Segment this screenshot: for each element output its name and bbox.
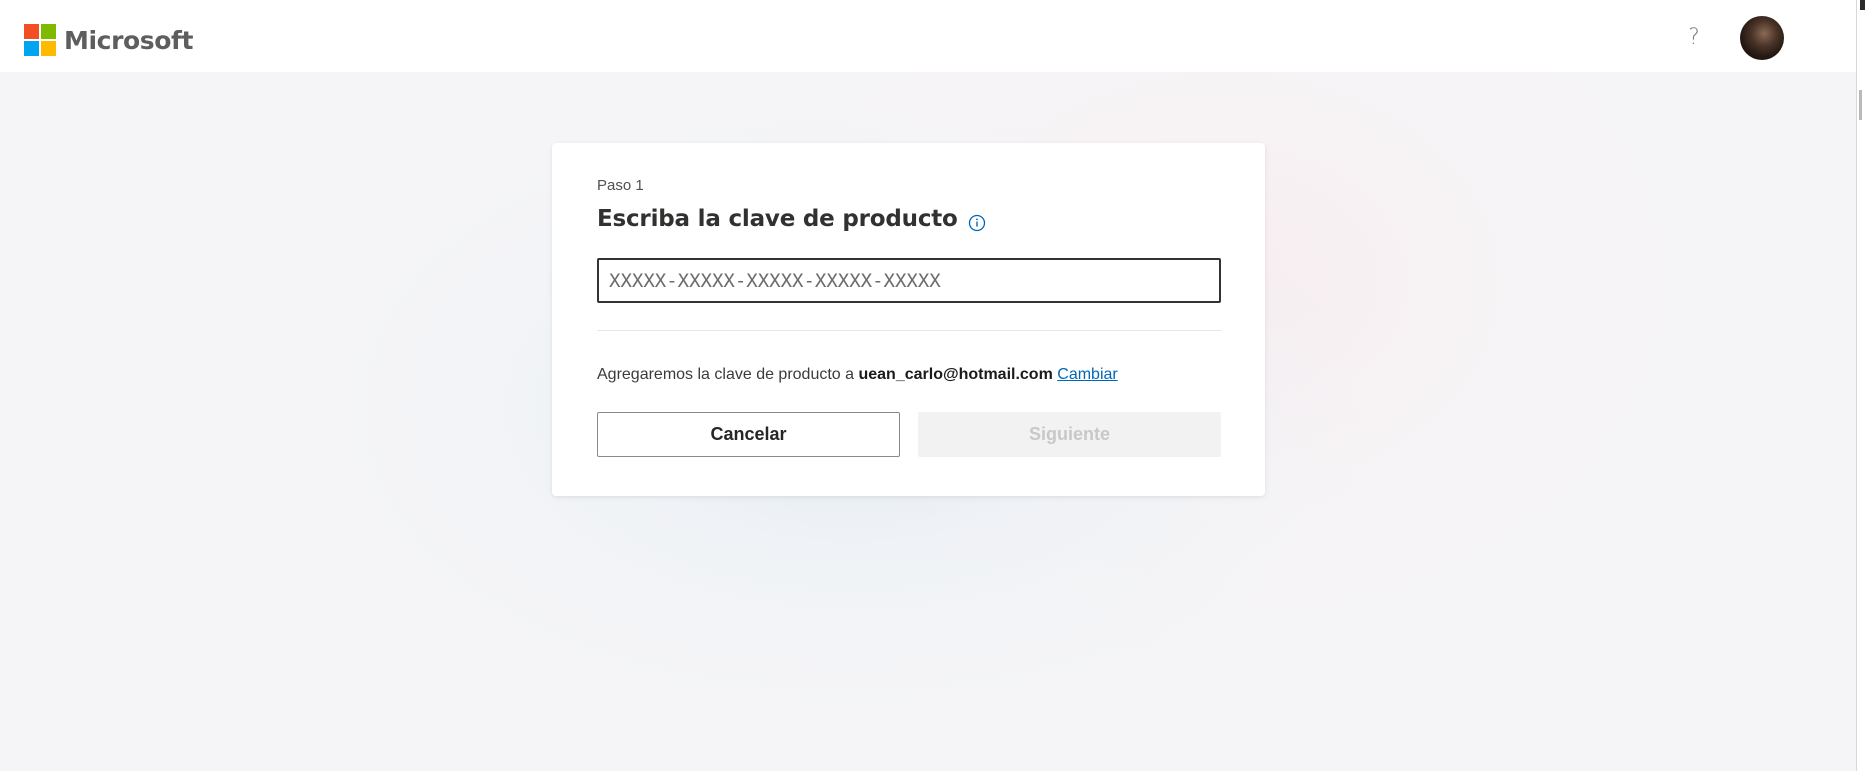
button-row: Cancelar Siguiente [597,412,1221,457]
page-title: Escriba la clave de producto [597,204,1221,234]
product-key-input[interactable] [597,258,1221,303]
account-info: Agregaremos la clave de producto a uean_… [597,364,1221,386]
page: Microsoft ? Paso 1 Escriba la clave de p… [0,0,1869,771]
next-button[interactable]: Siguiente [918,412,1221,457]
microsoft-logo-icon [24,24,56,56]
account-text: Agregaremos la clave de producto a [597,366,859,383]
avatar[interactable] [1740,16,1784,60]
title-text: Escriba la clave de producto [597,206,958,232]
microsoft-logo[interactable]: Microsoft [24,24,193,56]
logo-square-yellow [41,41,56,56]
divider [597,330,1221,331]
cancel-button[interactable]: Cancelar [597,412,900,457]
account-email: uean_carlo@hotmail.com [858,366,1053,383]
change-account-link[interactable]: Cambiar [1057,366,1117,383]
product-key-card: Paso 1 Escriba la clave de producto Agre… [552,143,1265,496]
top-header: Microsoft ? [0,0,1856,72]
scrollbar-arrow[interactable] [1860,0,1865,10]
brand-name: Microsoft [64,25,194,55]
step-label: Paso 1 [597,177,644,194]
logo-square-green [41,24,56,39]
window-scrollbar[interactable] [1856,0,1869,771]
help-button[interactable]: ? [1680,22,1708,54]
logo-square-red [24,24,39,39]
logo-square-blue [24,41,39,56]
info-icon[interactable] [968,210,986,232]
scrollbar-thumb[interactable] [1859,90,1862,120]
